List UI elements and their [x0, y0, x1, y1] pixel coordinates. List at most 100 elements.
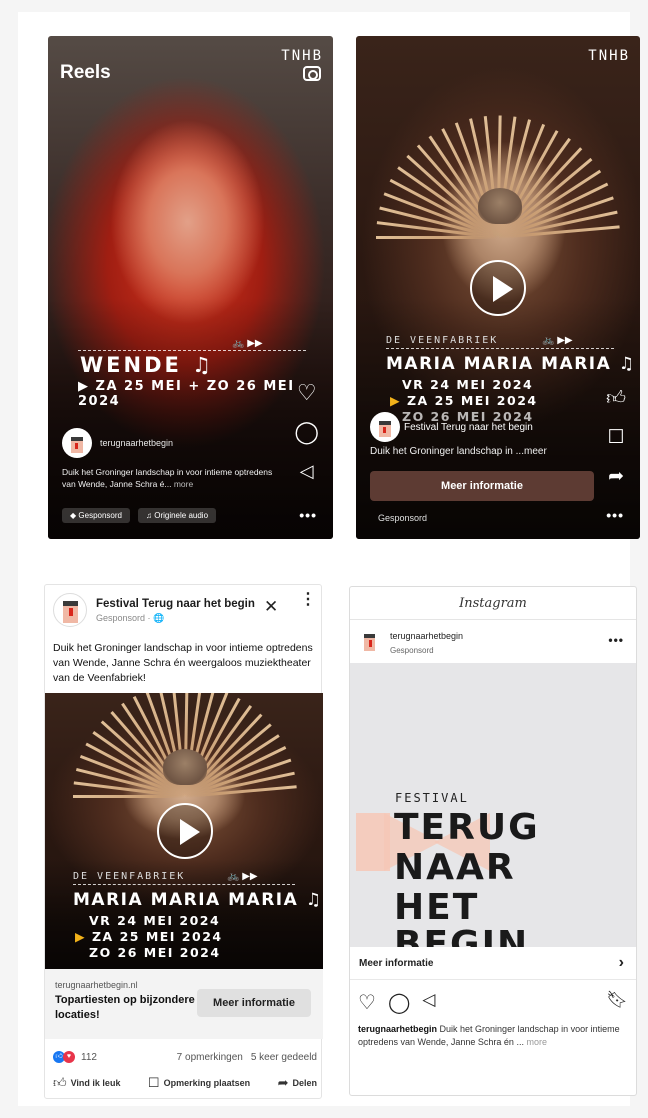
comment-action[interactable]: ☐ Opmerking plaatsen	[148, 1075, 250, 1091]
heart-icon[interactable]: ♡	[297, 382, 317, 404]
crown-decoration	[163, 749, 207, 785]
festival-poster[interactable]: FESTIVAL TERUG NAAR HET BEGIN	[350, 663, 636, 947]
caption-text: Duik het Groninger landschap in voor int…	[62, 467, 273, 489]
more-info-button[interactable]: Meer informatie	[370, 471, 594, 501]
account-row[interactable]: terugnaarhetbegin	[62, 428, 173, 458]
sponsored-label: Gesponsord · 🌐	[96, 613, 165, 623]
love-reaction-icon: ♥	[63, 1051, 75, 1063]
post-caption: terugnaarhetbegin Duik het Groninger lan…	[358, 1023, 632, 1049]
more-info-label: Meer informatie	[359, 958, 434, 969]
share-label: Delen	[292, 1078, 317, 1088]
account-row[interactable]: Festival Terug naar het begin	[370, 412, 533, 442]
thumbs-up-icon[interactable]: 👍︎	[606, 388, 626, 410]
post-text: Duik het Groninger landschap in voor int…	[53, 642, 313, 684]
post-actions: 👍︎ Vind ik leuk ☐ Opmerking plaatsen ➦ Dele…	[53, 1075, 317, 1091]
poster-word-terug: TERUG	[394, 807, 540, 848]
bike-icon: 🚲 ▶▶	[227, 871, 258, 882]
sponsored-label: Gesponsord	[378, 513, 428, 523]
reel-caption: Duik het Groninger landschap in voor int…	[62, 466, 276, 490]
show-title: MARIA MARIA MARIA ♫	[73, 890, 323, 910]
reel-chips: ◆ Gesponsord ♫ Originele audio	[62, 508, 224, 523]
dashed-divider	[386, 348, 614, 349]
date-sat: ▶ ZA 25 MEI 2024	[75, 929, 223, 944]
post-actions: ♡ ◯ ◁ 🔖︎	[358, 990, 628, 1015]
date-sat: ▶ ZA 25 MEI 2024	[390, 393, 538, 408]
festival-logo[interactable]	[53, 593, 87, 627]
more-options-icon[interactable]: •••	[299, 507, 317, 523]
caption-username[interactable]: terugnaarhetbegin	[358, 1024, 437, 1034]
tnhb-logo: TNHB	[588, 48, 630, 64]
comment-icon[interactable]: ◯	[294, 421, 319, 443]
thumbs-up-icon: 👍︎	[53, 1075, 67, 1090]
reel-shade	[48, 297, 333, 539]
instagram-ad-card: Instagram terugnaarhetbegin Gesponsord •…	[349, 586, 637, 1096]
camera-icon[interactable]	[303, 66, 321, 81]
account-name[interactable]: terugnaarhetbegin	[390, 631, 463, 641]
like-action[interactable]: 👍︎ Vind ik leuk	[53, 1075, 120, 1091]
comment-icon[interactable]: ◯	[388, 990, 410, 1015]
share-action[interactable]: ➦ Delen	[278, 1075, 317, 1091]
sponsored-chip-label: Gesponsord	[78, 511, 122, 520]
bike-icon: 🚲 ▶▶	[232, 338, 263, 349]
date-marker-icon: ▶	[390, 393, 402, 408]
caption-more-link[interactable]: ...meer	[516, 446, 547, 457]
bike-icon: 🚲 ▶▶	[542, 335, 573, 346]
festival-logo[interactable]	[360, 632, 382, 654]
video-media[interactable]: DE VEENFABRIEK 🚲 ▶▶ MARIA MARIA MARIA ♫ …	[45, 693, 323, 969]
share-icon[interactable]: ➦	[608, 466, 624, 488]
sponsored-chip-icon: ◆	[70, 511, 77, 520]
sponsored-chip: ◆ Gesponsord	[62, 508, 130, 523]
comment-icon: ☐	[147, 1075, 160, 1090]
venue-label: DE VEENFABRIEK	[386, 335, 499, 346]
like-label: Vind ik leuk	[70, 1078, 121, 1088]
reel-ad-maria[interactable]: TNHB DE VEENFABRIEK 🚲 ▶▶ MARIA MARIA MAR…	[356, 36, 640, 539]
account-name: terugnaarhetbegin	[100, 438, 174, 448]
play-button[interactable]	[470, 260, 526, 316]
dashed-divider	[73, 884, 295, 885]
date-sun: ZO 26 MEI 2024	[89, 945, 221, 960]
link-preview[interactable]: terugnaarhetbegin.nl Topartiesten op bij…	[45, 969, 323, 1039]
bookmark-icon[interactable]: 🔖︎	[606, 990, 628, 1010]
play-button[interactable]	[157, 803, 213, 859]
heart-icon[interactable]: ♡	[358, 990, 376, 1015]
share-icon[interactable]: ◁	[422, 990, 435, 1015]
comment-icon[interactable]: ☐	[608, 427, 625, 449]
poster-word-begin: BEGIN	[394, 924, 530, 948]
caption-more-link[interactable]: more	[174, 479, 193, 489]
share-icon[interactable]: ◁	[300, 460, 314, 482]
venue-label: DE VEENFABRIEK	[73, 871, 186, 882]
caption-more-link[interactable]: more	[526, 1037, 547, 1047]
poster-word-het: HET	[394, 887, 480, 928]
sponsored-label: Gesponsord	[390, 646, 434, 655]
date-sat-text: ZA 25 MEI 2024	[406, 393, 538, 408]
reel-actions: 👍︎ ☐ ➦	[606, 388, 626, 505]
reels-title: Reels	[60, 62, 111, 83]
reel-caption: Duik het Groninger landschap in ...meer	[370, 446, 547, 458]
dashed-divider	[78, 350, 306, 351]
more-options-icon[interactable]: •••	[606, 507, 624, 523]
event-dates-text: ▶ ZA 25 MEI + ZO 26 MEI 2024	[78, 379, 295, 409]
share-icon: ➦	[277, 1075, 289, 1090]
reel-ad-wende[interactable]: Reels TNHB 🚲 ▶▶ WENDE ♫ ▶ ZA 25 MEI + ZO…	[48, 36, 333, 539]
link-headline: Topartiesten op bijzondere locaties!	[55, 994, 195, 1021]
page-name[interactable]: Festival Terug naar het begin	[96, 598, 255, 610]
more-options-icon[interactable]: •••	[608, 633, 624, 647]
poster-festival-label: FESTIVAL	[395, 791, 469, 805]
date-sat-text: ZA 25 MEI 2024	[91, 929, 223, 944]
festival-logo	[370, 412, 400, 442]
more-info-row[interactable]: Meer informatie ›	[350, 947, 636, 980]
caption-text: Duik het Groninger landschap in	[370, 446, 513, 457]
more-info-button[interactable]: Meer informatie	[197, 989, 311, 1017]
close-icon[interactable]: ✕	[264, 597, 278, 617]
comment-count[interactable]: 7 opmerkingen	[177, 1052, 243, 1063]
music-note-icon: ♫	[145, 511, 152, 520]
date-fri: VR 24 MEI 2024	[89, 913, 221, 928]
audio-chip[interactable]: ♫ Originele audio	[137, 508, 217, 523]
facebook-ad-card: Festival Terug naar het begin Gesponsord…	[44, 584, 323, 1099]
reaction-count[interactable]: 112	[81, 1052, 97, 1063]
kebab-menu-icon[interactable]: ⋮	[300, 592, 316, 608]
audio-chip-label: Originele audio	[154, 511, 209, 520]
date-marker-icon: ▶	[75, 929, 87, 944]
comment-label: Opmerking plaatsen	[163, 1078, 251, 1088]
share-count[interactable]: 5 keer gedeeld	[251, 1052, 317, 1063]
